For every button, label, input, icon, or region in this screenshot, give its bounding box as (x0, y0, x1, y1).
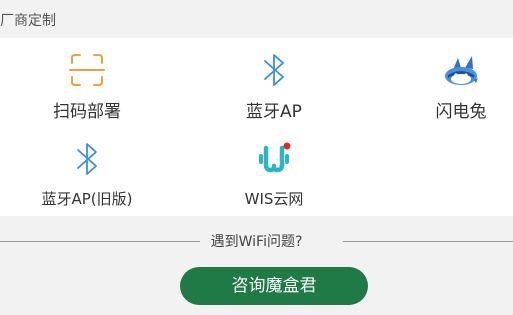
vendor-label: 蓝牙AP (246, 102, 302, 122)
vendor-label: 闪电兔 (435, 102, 487, 122)
flash-rabbit-icon (441, 50, 481, 90)
vendor-tile-bluetooth-ap-legacy[interactable]: 蓝牙AP(旧版) (27, 139, 147, 219)
vendor-tile-wis-cloud[interactable]: WIS云网 (214, 139, 334, 219)
section-title: 厂商定制 (0, 13, 56, 29)
vendor-label: 扫码部署 (53, 102, 121, 122)
help-divider: 遇到WiFi问题? (0, 230, 513, 252)
consult-mohejun-button[interactable]: 咨询魔盒君 (180, 267, 368, 305)
divider-line-right (343, 241, 513, 242)
bluetooth-icon (254, 50, 294, 90)
vendor-tile-scan-deploy[interactable]: 扫码部署 (27, 50, 147, 130)
wis-cloud-logo-icon (254, 139, 294, 179)
scan-qr-icon (67, 50, 107, 90)
bluetooth-icon (67, 139, 107, 179)
vendor-tile-bluetooth-ap[interactable]: 蓝牙AP (214, 50, 334, 130)
vendor-label: WIS云网 (244, 190, 304, 208)
vendor-tile-flash-rabbit[interactable]: 闪电兔 (401, 50, 513, 130)
vendor-label: 蓝牙AP(旧版) (41, 190, 133, 208)
vendor-grid: 扫码部署 蓝牙AP 闪电兔 蓝牙AP(旧版) WIS云网 (0, 38, 513, 216)
